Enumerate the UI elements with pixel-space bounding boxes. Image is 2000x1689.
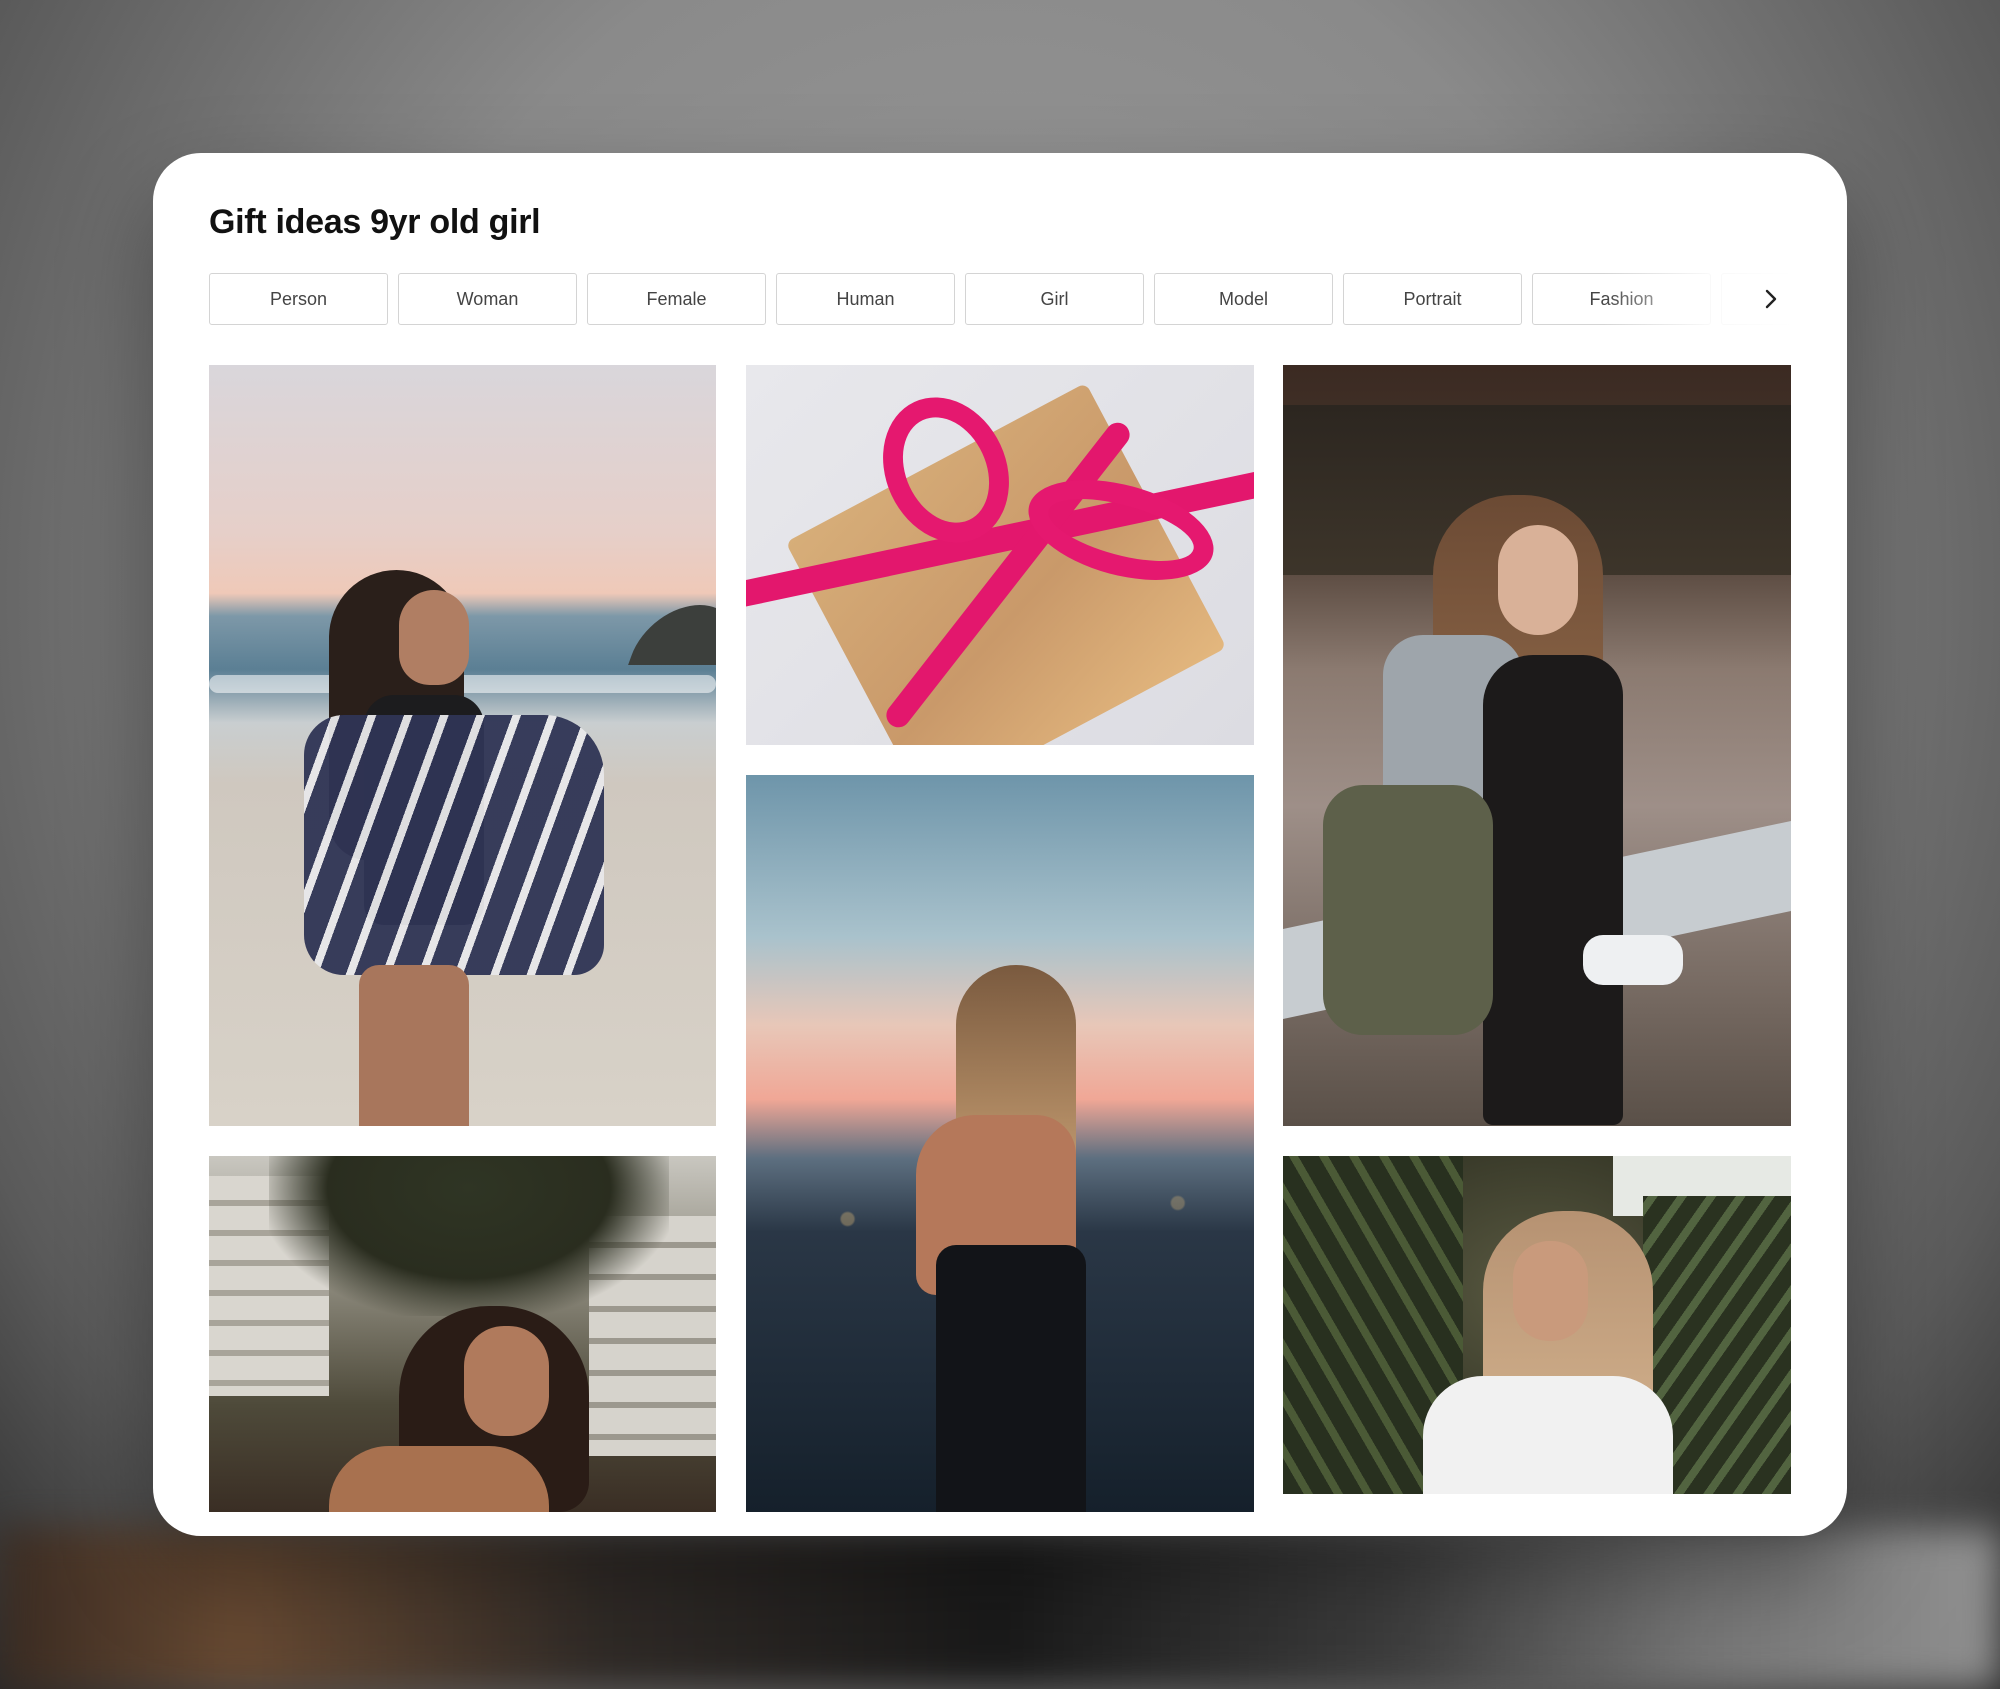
woman-face [1498, 525, 1578, 635]
background-blur [0, 1529, 2000, 1689]
tag-chip-woman[interactable]: Woman [398, 273, 577, 325]
photo-beach-woman-towel[interactable] [209, 365, 716, 1126]
white-top [1423, 1376, 1673, 1494]
striped-towel [304, 715, 604, 975]
woman-legs [359, 965, 469, 1126]
woman-face [399, 590, 469, 685]
black-pants [1483, 655, 1623, 1125]
tag-chip-human[interactable]: Human [776, 273, 955, 325]
green-jacket [1323, 785, 1493, 1035]
tag-chip-portrait[interactable]: Portrait [1343, 273, 1522, 325]
board-card: Gift ideas 9yr old girl Person Woman Fem… [153, 153, 1847, 1536]
tag-chip-model[interactable]: Model [1154, 273, 1333, 325]
white-sneaker [1583, 935, 1683, 985]
palm-foliage [269, 1156, 669, 1316]
board-title: Gift ideas 9yr old girl [209, 203, 541, 241]
black-dress [936, 1245, 1086, 1512]
tag-chip-person[interactable]: Person [209, 273, 388, 325]
photo-woman-palms[interactable] [209, 1156, 716, 1512]
headland-shape [628, 605, 716, 665]
photo-woman-plants[interactable] [1283, 1156, 1791, 1494]
woman-shoulders [329, 1446, 549, 1512]
tag-chip-bar: Person Woman Female Human Girl Model Por… [209, 273, 1793, 325]
photo-woman-sitting-bench[interactable] [1283, 365, 1791, 1126]
woman-face [1513, 1241, 1588, 1341]
photo-woman-sunset[interactable] [746, 775, 1254, 1512]
photo-gift-box-ribbon[interactable] [746, 365, 1254, 745]
tag-chip-fashion[interactable]: Fashion [1532, 273, 1711, 325]
chevron-right-icon[interactable] [1749, 273, 1793, 325]
tag-chip-female[interactable]: Female [587, 273, 766, 325]
woman-face [464, 1326, 549, 1436]
tag-chip-girl[interactable]: Girl [965, 273, 1144, 325]
